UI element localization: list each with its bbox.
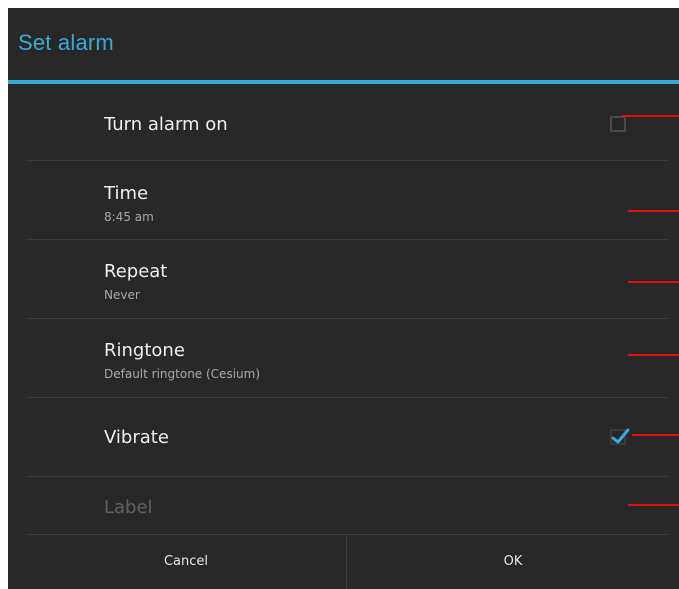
annotation-line: [622, 115, 679, 117]
repeat-row[interactable]: Repeat Never: [8, 240, 679, 318]
turn-alarm-on-row[interactable]: Turn alarm on: [8, 84, 679, 160]
ringtone-label: Ringtone: [104, 340, 185, 361]
repeat-label: Repeat: [104, 261, 168, 282]
ringtone-row[interactable]: Ringtone Default ringtone (Cesium): [8, 319, 679, 397]
cancel-button[interactable]: Cancel: [26, 535, 346, 589]
time-label: Time: [104, 183, 149, 204]
turn-alarm-on-checkbox[interactable]: [610, 116, 626, 132]
row-divider: [26, 476, 668, 477]
set-alarm-dialog: Set alarm Turn alarm on Time 8:45 am Rep…: [8, 8, 679, 589]
annotation-line: [628, 210, 679, 212]
vibrate-checkbox[interactable]: [610, 428, 630, 445]
ringtone-value: Default ringtone (Cesium): [104, 367, 261, 381]
turn-alarm-on-label: Turn alarm on: [104, 114, 228, 135]
ok-button[interactable]: OK: [347, 535, 679, 589]
checkmark-icon: [611, 428, 630, 444]
annotation-line: [628, 281, 679, 283]
vibrate-row[interactable]: Vibrate: [8, 398, 679, 476]
annotation-line: [628, 354, 679, 356]
annotation-line: [632, 434, 679, 436]
annotation-line: [628, 504, 679, 506]
repeat-value: Never: [104, 288, 140, 302]
dialog-title-bar: Set alarm: [8, 8, 679, 80]
time-value: 8:45 am: [104, 210, 154, 224]
time-row[interactable]: Time 8:45 am: [8, 161, 679, 240]
dialog-title: Set alarm: [18, 30, 114, 55]
label-input[interactable]: [104, 497, 584, 518]
vibrate-label: Vibrate: [104, 427, 169, 448]
